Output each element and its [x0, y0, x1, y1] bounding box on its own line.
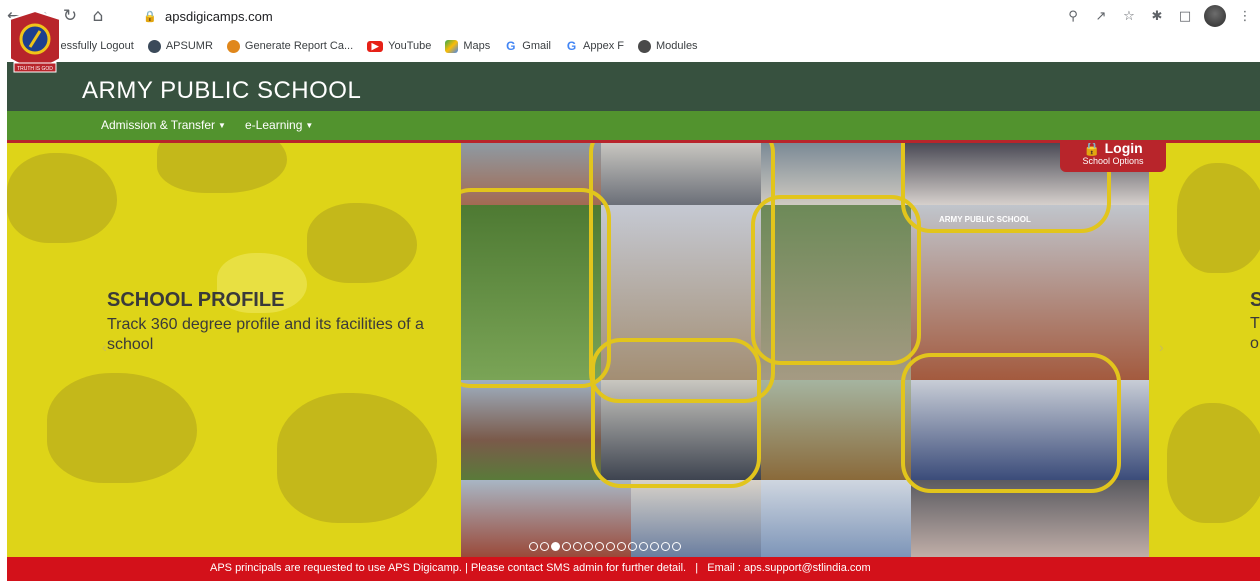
carousel-dot[interactable] — [639, 542, 648, 551]
slide-photo-collage: ARMY PUBLIC SCHOOL — [461, 143, 1149, 557]
site-title: ARMY PUBLIC SCHOOL — [82, 77, 362, 104]
menu-admission-transfer[interactable]: Admission & Transfer ▼ — [101, 118, 226, 132]
lock-icon: 🔒 — [1083, 143, 1101, 156]
carousel-next-icon[interactable]: › — [1159, 339, 1164, 355]
camo-shape — [277, 393, 437, 523]
bookmark-apsumr[interactable]: APSUMR — [147, 39, 213, 53]
bookmark-label: Modules — [655, 40, 698, 52]
carousel-dot[interactable] — [650, 542, 659, 551]
google-icon: G — [566, 39, 577, 53]
camo-shape — [1177, 163, 1260, 273]
carousel-indicators — [529, 542, 681, 551]
puzzle-border — [591, 338, 761, 488]
zoom-icon[interactable]: ⚲ — [1064, 7, 1082, 25]
slide-subtext: Track 360 degree profile and its facilit… — [107, 316, 424, 353]
menu-label: e-Learning — [245, 118, 303, 132]
caret-down-icon: ▼ — [218, 121, 226, 130]
next-slide-heading: S — [1250, 289, 1260, 311]
bookmark-appex-f[interactable]: G Appex F — [565, 39, 624, 53]
camo-shape — [7, 153, 117, 243]
bookmark-favicon-icon — [226, 39, 240, 53]
carousel-dot[interactable] — [661, 542, 670, 551]
photo-campus — [461, 380, 601, 480]
bookmark-label: YouTube — [388, 40, 432, 52]
carousel-dot[interactable] — [628, 542, 637, 551]
carousel-dot[interactable] — [672, 542, 681, 551]
bookmark-gmail[interactable]: G Gmail — [504, 39, 552, 53]
crest-motto: TRUTH IS GOD — [17, 66, 53, 72]
address-bar[interactable]: 🔒 apsdigicamps.com — [137, 2, 1192, 30]
photo-sports — [761, 380, 911, 480]
bookmark-maps[interactable]: Maps — [445, 39, 491, 53]
share-icon[interactable]: ↗ — [1092, 7, 1110, 25]
lock-icon: 🔒 — [143, 9, 157, 23]
carousel-dot[interactable] — [595, 542, 604, 551]
bookmarks-bar: Successfully Logout APSUMR Generate Repo… — [0, 36, 1260, 56]
menu-e-learning[interactable]: e-Learning ▼ — [245, 118, 313, 132]
camo-shape — [1167, 403, 1260, 523]
photo-exercise — [761, 480, 911, 557]
next-slide-line: o — [1250, 335, 1259, 352]
maps-icon — [445, 39, 459, 53]
bookmark-generate-report[interactable]: Generate Report Ca... — [226, 39, 354, 53]
carousel-dot[interactable] — [606, 542, 615, 551]
puzzle-border — [461, 188, 611, 388]
carousel-dot[interactable] — [573, 542, 582, 551]
bookmark-label: APSUMR — [165, 40, 213, 52]
hero-carousel: ‹ SCHOOL PROFILE Track 360 degree profil… — [7, 143, 1260, 557]
carousel-dot[interactable] — [584, 542, 593, 551]
home-icon[interactable]: ⌂ — [86, 4, 110, 28]
carousel-dot[interactable] — [562, 542, 571, 551]
bookmark-youtube[interactable]: ▶ YouTube — [367, 40, 431, 52]
camo-shape — [47, 373, 197, 483]
menu-label: Admission & Transfer — [101, 118, 216, 132]
login-label: Login — [1104, 143, 1143, 156]
profile-avatar[interactable] — [1204, 5, 1226, 27]
carousel-dot[interactable] — [529, 542, 538, 551]
carousel-prev-icon[interactable]: ‹ — [102, 339, 107, 355]
login-button[interactable]: 🔒 Login School Options — [1060, 143, 1166, 172]
url-text: apsdigicamps.com — [165, 8, 273, 24]
footer-notice-text: APS principals are requested to use APS … — [210, 562, 871, 574]
bookmark-modules[interactable]: Modules — [637, 39, 698, 53]
carousel-dot[interactable] — [540, 542, 549, 551]
star-icon[interactable]: ☆ — [1120, 7, 1138, 25]
carousel-dot[interactable] — [551, 542, 560, 551]
sidebar-icon[interactable]: □ — [1176, 7, 1194, 25]
next-slide-line: T — [1250, 315, 1260, 332]
login-subtitle: School Options — [1082, 156, 1144, 166]
bookmark-label: Appex F — [583, 40, 624, 52]
bookmark-label: Gmail — [522, 40, 552, 52]
bookmark-label: Generate Report Ca... — [244, 40, 354, 52]
footer-notice-bar: APS principals are requested to use APS … — [7, 557, 1260, 581]
camo-shape — [157, 143, 287, 193]
puzzle-border — [751, 195, 921, 365]
slide-heading: SCHOOL PROFILE — [107, 289, 285, 311]
site-header: ARMY PUBLIC SCHOOL — [7, 62, 1260, 114]
caret-down-icon: ▼ — [305, 121, 314, 130]
bookmark-favicon-icon — [147, 39, 161, 53]
main-menu: Admission & Transfer ▼ e-Learning ▼ — [7, 111, 1260, 140]
google-icon: G — [506, 39, 516, 53]
bookmark-label: Maps — [463, 40, 491, 52]
camo-shape — [307, 203, 417, 283]
globe-icon — [637, 39, 651, 53]
puzzle-border — [901, 353, 1121, 493]
carousel-dot[interactable] — [617, 542, 626, 551]
youtube-icon: ▶ — [367, 40, 384, 52]
menu-icon[interactable]: ⋮ — [1236, 7, 1254, 25]
browser-toolbar: ← → ↻ ⌂ 🔒 apsdigicamps.com ⚲ ↗ ☆ ✱ □ ⋮ — [0, 0, 1260, 36]
extensions-icon[interactable]: ✱ — [1148, 7, 1166, 25]
school-crest-logo[interactable]: TRUTH IS GOD — [6, 9, 64, 77]
